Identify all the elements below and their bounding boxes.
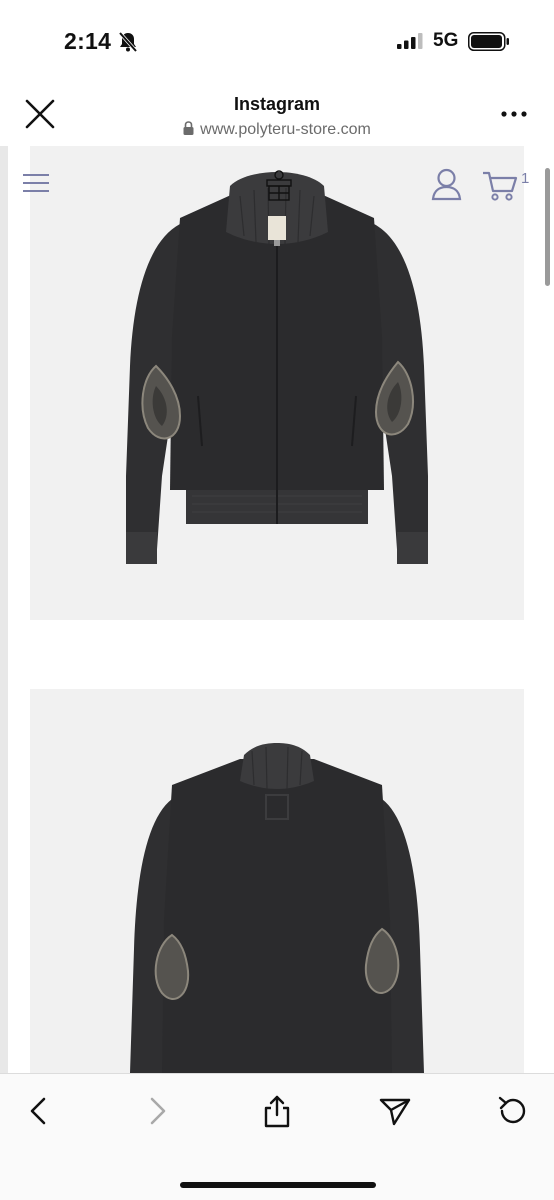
bell-slash-icon (118, 31, 138, 53)
account-icon[interactable] (431, 168, 462, 201)
product-image-back[interactable] (30, 689, 524, 1073)
back-icon[interactable] (22, 1094, 56, 1128)
battery-icon (468, 32, 509, 51)
status-bar: 2:14 5G (0, 0, 554, 84)
browser-title: Instagram (233, 94, 321, 114)
reload-icon[interactable] (496, 1094, 530, 1128)
cart-icon[interactable] (482, 170, 518, 202)
page-scrollbar[interactable] (545, 168, 550, 286)
site-header: 1 (0, 146, 545, 226)
network-type: 5G (433, 30, 459, 51)
page-edge (0, 146, 8, 1073)
home-indicator[interactable] (180, 1182, 376, 1188)
browser-header: Instagram www.polyteru-store.com (0, 84, 554, 146)
bottom-toolbar (0, 1073, 554, 1200)
share-icon[interactable] (260, 1094, 294, 1128)
menu-icon[interactable] (22, 173, 50, 193)
url-row[interactable]: www.polyteru-store.com (0, 121, 554, 139)
send-icon[interactable] (378, 1094, 412, 1128)
jacket-back-illustration (130, 743, 424, 1073)
more-icon[interactable] (500, 108, 528, 120)
web-content: 1 (0, 146, 554, 1073)
cart-count-badge: 1 (521, 170, 530, 187)
signal-icon (397, 33, 423, 49)
status-time: 2:14 (64, 28, 112, 54)
forward-icon[interactable] (140, 1094, 174, 1128)
page-url: www.polyteru-store.com (200, 121, 371, 138)
site-logo[interactable] (264, 170, 294, 202)
lock-icon (183, 121, 194, 135)
